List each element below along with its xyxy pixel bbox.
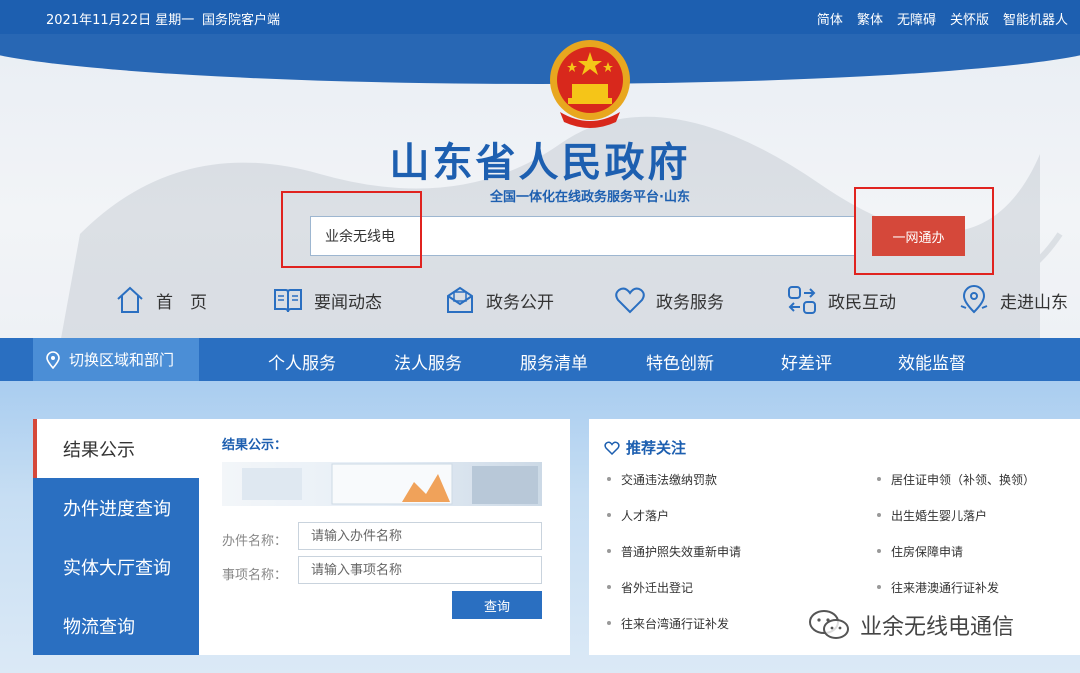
recommend-title-text: 推荐关注: [626, 439, 687, 457]
quick-nav: 首 页 要闻动态 政务公开 政务服务 政民互动 走进山东: [114, 284, 1080, 324]
quicknav-label: 要闻动态: [314, 292, 382, 313]
care-mode-link[interactable]: 关怀版: [950, 9, 989, 28]
query-tabs: 结果公示 办件进度查询 实体大厅查询 物流查询: [33, 419, 199, 655]
one-stop-button[interactable]: 一网通办: [872, 216, 965, 256]
simplified-link[interactable]: 简体: [817, 9, 843, 28]
tab-hall-query[interactable]: 实体大厅查询: [33, 537, 199, 596]
home-icon: [117, 286, 143, 313]
rec-link[interactable]: 省外迁出登记: [607, 579, 693, 596]
form-title: 结果公示：: [222, 438, 288, 453]
banner-image: [222, 462, 542, 506]
location-pin-icon: [46, 350, 60, 369]
rec-link[interactable]: 交通违法缴纳罚款: [607, 471, 717, 488]
quicknav-label: 政务服务: [656, 292, 724, 313]
quicknav-label: 政务公开: [486, 292, 554, 313]
nav-personal[interactable]: 个人服务: [268, 349, 336, 374]
nav-innovation[interactable]: 特色创新: [646, 349, 714, 374]
nav-legal-person[interactable]: 法人服务: [394, 349, 462, 374]
quicknav-label: 走进山东: [1000, 292, 1068, 313]
top-links: 简体 繁体 无障碍 关怀版 智能机器人: [817, 9, 1068, 28]
tab-logistics-query[interactable]: 物流查询: [33, 596, 199, 655]
rec-link[interactable]: 人才落户: [607, 507, 669, 524]
quicknav-label: 首 页: [156, 292, 207, 313]
heart-icon: [615, 287, 645, 314]
quicknav-gov-service[interactable]: 政务服务: [614, 284, 724, 316]
nav-supervision[interactable]: 效能监督: [898, 349, 966, 374]
nav-service-list[interactable]: 服务清单: [520, 349, 588, 374]
rec-link[interactable]: 普通护照失效重新申请: [607, 543, 741, 560]
tab-result-publicity[interactable]: 结果公示: [33, 419, 199, 478]
news-icon: [274, 289, 302, 313]
rec-link[interactable]: 居住证申领（补领、换领）: [877, 471, 1035, 488]
watermark: 业余无线电通信: [808, 608, 1014, 642]
quicknav-gov-open[interactable]: 政务公开: [444, 284, 554, 316]
site-subtitle: 全国一体化在线政务服务平台·山东: [490, 190, 690, 205]
rec-link[interactable]: 出生婚生婴儿落户: [877, 507, 987, 524]
national-emblem-icon: [550, 40, 630, 128]
region-switch-button[interactable]: 切换区域和部门: [33, 338, 199, 381]
item-name-input[interactable]: [298, 556, 542, 584]
wechat-icon: [809, 610, 849, 639]
top-bar: 2021年11月22日 星期一 国务院客户端 简体 繁体 无障碍 关怀版 智能机…: [0, 0, 1080, 34]
nav-evaluation[interactable]: 好差评: [781, 349, 832, 374]
heart-outline-icon: [604, 441, 620, 455]
region-switch-label: 切换区域和部门: [69, 351, 175, 369]
rec-link[interactable]: 住房保障申请: [877, 543, 963, 560]
quicknav-news[interactable]: 要闻动态: [272, 284, 382, 316]
location-icon: [960, 285, 988, 314]
field-label-item-name: 事项名称：: [222, 568, 288, 583]
site-title: 山东省人民政府: [389, 140, 691, 186]
rec-link[interactable]: 往来台湾通行证补发: [607, 615, 729, 632]
traditional-link[interactable]: 繁体: [857, 9, 883, 28]
quicknav-shandong[interactable]: 走进山东: [958, 284, 1068, 316]
quicknav-home[interactable]: 首 页: [114, 284, 207, 316]
field-label-case-name: 办件名称：: [222, 534, 288, 549]
chart-illustration: [242, 463, 538, 505]
quicknav-interaction[interactable]: 政民互动: [786, 284, 896, 316]
accessibility-link[interactable]: 无障碍: [897, 9, 936, 28]
robot-link[interactable]: 智能机器人: [1003, 9, 1068, 28]
main-nav: 切换区域和部门 个人服务 法人服务 服务清单 特色创新 好差评 效能监督: [0, 338, 1080, 381]
interact-icon: [788, 286, 816, 314]
mail-icon: [447, 286, 473, 313]
recommend-title: 推荐关注: [604, 437, 686, 458]
tab-progress-query[interactable]: 办件进度查询: [33, 478, 199, 537]
watermark-text: 业余无线电通信: [860, 615, 1015, 640]
query-button[interactable]: 查询: [452, 591, 542, 619]
current-date: 2021年11月22日 星期一: [46, 13, 195, 28]
header: 山东省人民政府 全国一体化在线政务服务平台·山东 一网通办 首 页 要闻动态 政…: [0, 34, 1080, 338]
quicknav-label: 政民互动: [828, 292, 896, 313]
state-council-client-link[interactable]: 国务院客户端: [202, 9, 280, 28]
search-input[interactable]: [310, 216, 856, 256]
rec-link[interactable]: 往来港澳通行证补发: [877, 579, 999, 596]
case-name-input[interactable]: [298, 522, 542, 550]
